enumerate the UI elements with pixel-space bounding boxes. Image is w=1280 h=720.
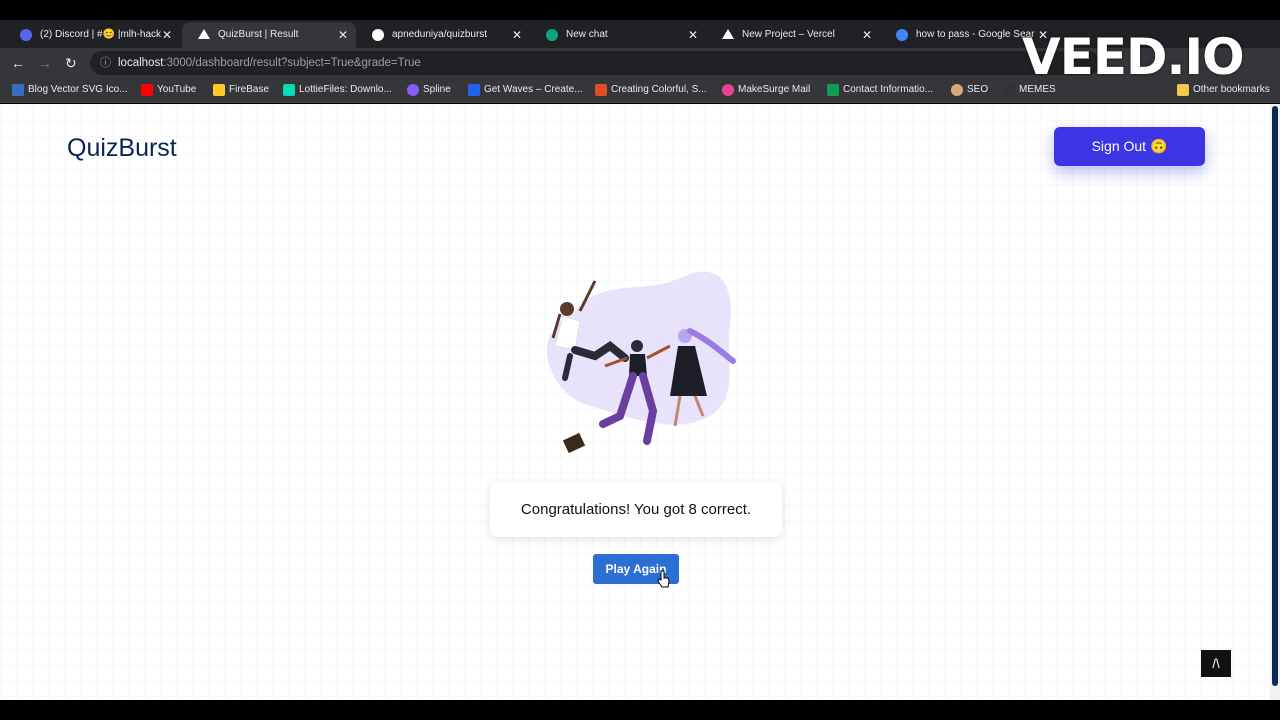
tab-label: New chat — [566, 29, 608, 40]
bookmark-firebase[interactable]: FireBase — [213, 83, 269, 97]
tab-vercel[interactable]: New Project – Vercel ✕ — [706, 22, 880, 48]
sheets-icon — [827, 84, 839, 96]
forward-arrow-icon[interactable]: → — [38, 54, 52, 72]
close-icon[interactable]: ✕ — [688, 22, 698, 48]
chatgpt-icon — [546, 29, 558, 41]
hand-cursor-icon — [657, 570, 670, 588]
page-scrollbar[interactable] — [1270, 104, 1280, 700]
bookmark-blog-vector[interactable]: Blog Vector SVG Ico... — [12, 83, 128, 97]
bookmark-get-waves[interactable]: Get Waves – Create... — [468, 83, 583, 97]
reload-icon[interactable]: ↻ — [65, 54, 77, 72]
celebration-illustration — [546, 271, 736, 454]
vercel-icon — [198, 29, 210, 39]
firebase-icon — [213, 84, 225, 96]
waves-icon — [468, 84, 480, 96]
screen-top-bar — [0, 0, 1280, 20]
star-icon — [595, 84, 607, 96]
github-icon — [372, 29, 384, 41]
google-icon — [896, 29, 908, 41]
tab-new-chat[interactable]: New chat ✕ — [530, 22, 706, 48]
vercel-icon — [722, 29, 734, 39]
bookmark-label: YouTube — [157, 84, 197, 95]
bookmark-label: Get Waves – Create... — [484, 84, 583, 95]
tab-label: New Project – Vercel — [742, 29, 835, 40]
bookmark-icon — [12, 84, 24, 96]
screen-bottom-bar — [0, 700, 1280, 720]
close-icon[interactable]: ✕ — [512, 22, 522, 48]
url-host: localhost — [118, 57, 164, 69]
bookmark-seo[interactable]: SEO — [951, 83, 988, 97]
scroll-to-top-button[interactable]: /\ — [1201, 650, 1231, 677]
bookmark-label: Spline — [423, 84, 451, 95]
url-path: :3000/dashboard/result?subject=True&grad… — [163, 57, 421, 69]
tab-discord[interactable]: (2) Discord | #😊 |mlh-hack ✕ — [4, 22, 180, 48]
back-arrow-icon[interactable]: ← — [11, 54, 25, 72]
tab-label: QuizBurst | Result — [218, 29, 299, 40]
bookmark-makesurge[interactable]: MakeSurge Mail — [722, 83, 810, 97]
bookmark-label: FireBase — [229, 84, 270, 95]
makesurge-icon — [722, 84, 734, 96]
address-bar[interactable]: ⓘ localhost:3000/dashboard/result?subjec… — [90, 51, 1100, 75]
sign-out-button[interactable]: Sign Out 🙃 — [1054, 127, 1205, 166]
memes-icon — [1003, 84, 1015, 96]
lottiefiles-icon — [283, 84, 295, 96]
veed-watermark: VEED.IO — [1022, 28, 1245, 86]
bookmark-label: SEO — [967, 84, 989, 95]
tab-quizburst-result[interactable]: QuizBurst | Result ✕ — [182, 22, 356, 48]
bookmark-creating-colorful[interactable]: Creating Colorful, S... — [595, 83, 707, 97]
bookmark-label: LottieFiles: Downlo... — [299, 84, 392, 95]
discord-icon — [20, 29, 32, 41]
site-info-icon[interactable]: ⓘ — [100, 51, 111, 75]
result-message: Congratulations! You got 8 correct. — [520, 501, 752, 518]
close-icon[interactable]: ✕ — [162, 22, 172, 48]
result-message-card: Congratulations! You got 8 correct. — [490, 482, 782, 537]
tab-label: (2) Discord | #😊 |mlh-hack — [40, 29, 162, 40]
bookmark-label: Creating Colorful, S... — [611, 84, 707, 95]
close-icon[interactable]: ✕ — [338, 22, 348, 48]
bookmark-youtube[interactable]: YouTube — [141, 83, 196, 97]
close-icon[interactable]: ✕ — [862, 22, 872, 48]
app-logo[interactable]: QuizBurst — [67, 134, 177, 163]
youtube-icon — [141, 84, 153, 96]
scrollbar-thumb[interactable] — [1272, 106, 1278, 686]
bookmark-label: MakeSurge Mail — [738, 84, 811, 95]
bookmark-lottiefiles[interactable]: LottieFiles: Downlo... — [283, 83, 392, 97]
bookmark-label: Contact Informatio... — [843, 84, 934, 95]
bookmark-contact-information[interactable]: Contact Informatio... — [827, 83, 933, 97]
tab-github[interactable]: apneduniya/quizburst ✕ — [356, 22, 530, 48]
seo-icon — [951, 84, 963, 96]
bookmark-label: Blog Vector SVG Ico... — [28, 84, 128, 95]
spline-icon — [407, 84, 419, 96]
bookmark-spline[interactable]: Spline — [407, 83, 451, 97]
quiz-result-page: QuizBurst Sign Out 🙃 Congratulations! Yo… — [0, 104, 1270, 700]
tab-label: how to pass - Google Sear — [916, 29, 1035, 40]
tab-label: apneduniya/quizburst — [392, 29, 488, 40]
